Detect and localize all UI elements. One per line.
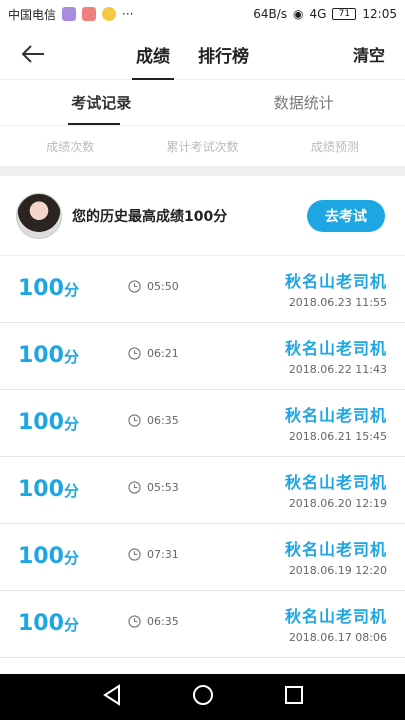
record-row[interactable]: 100分 07:31 秋名山老司机 2018.06.19 12:20 bbox=[0, 524, 405, 591]
record-score: 100分 bbox=[18, 477, 79, 502]
record-date: 2018.06.22 11:43 bbox=[288, 363, 387, 376]
record-score: 100分 bbox=[18, 611, 79, 636]
record-date: 2018.06.23 11:55 bbox=[288, 296, 387, 309]
home-nav-icon[interactable] bbox=[192, 684, 214, 710]
stat-total-exams: 累计考试次数 bbox=[166, 139, 239, 154]
sub-tabs: 考试记录 数据统计 bbox=[0, 80, 405, 126]
carrier-label: 中国电信 bbox=[8, 7, 57, 22]
app-notification-icon bbox=[62, 7, 77, 21]
record-row[interactable]: 100分 06:21 秋名山老司机 2018.06.22 11:43 bbox=[0, 323, 405, 390]
network-type: 4G bbox=[309, 7, 327, 21]
eye-icon: ◉ bbox=[292, 7, 304, 21]
recents-nav-icon[interactable] bbox=[284, 685, 304, 709]
start-exam-button[interactable]: 去考试 bbox=[307, 200, 385, 232]
record-score: 100分 bbox=[18, 343, 79, 368]
record-row[interactable]: 100分 05:53 秋名山老司机 2018.06.20 12:19 bbox=[0, 457, 405, 524]
app-notification-icon bbox=[102, 7, 117, 21]
record-row[interactable]: 100分 06:35 秋名山老司机 2018.06.17 08:06 bbox=[0, 591, 405, 658]
tab-data-stats[interactable]: 数据统计 bbox=[203, 80, 405, 125]
record-username: 秋名山老司机 bbox=[284, 473, 387, 492]
clock-icon bbox=[128, 481, 141, 494]
stat-score-count: 成绩次数 bbox=[46, 139, 95, 154]
record-row[interactable]: 100分 05:50 秋名山老司机 2018.06.23 11:55 bbox=[0, 256, 405, 323]
record-score: 100分 bbox=[18, 410, 79, 435]
record-duration: 05:53 bbox=[128, 481, 179, 494]
clock-icon bbox=[128, 414, 141, 427]
record-date: 2018.06.19 12:20 bbox=[288, 564, 387, 577]
battery-icon: 71 bbox=[332, 8, 357, 20]
record-username: 秋名山老司机 bbox=[284, 339, 387, 358]
record-score: 100分 bbox=[18, 544, 79, 569]
more-notifications-icon: ··· bbox=[122, 7, 134, 21]
app-notification-icon bbox=[82, 7, 97, 21]
back-arrow-icon[interactable] bbox=[18, 40, 48, 68]
record-username: 秋名山老司机 bbox=[284, 406, 387, 425]
clock-icon bbox=[128, 347, 141, 360]
clock-icon bbox=[128, 615, 141, 628]
back-nav-icon[interactable] bbox=[102, 684, 122, 710]
record-username: 秋名山老司机 bbox=[284, 272, 387, 291]
records-list: 100分 05:50 秋名山老司机 2018.06.23 11:55 100分 06:21… bbox=[0, 256, 405, 658]
clock-icon bbox=[128, 548, 141, 561]
stat-prediction: 成绩预测 bbox=[310, 139, 359, 154]
clear-button[interactable]: 清空 bbox=[353, 42, 385, 66]
header: 成绩 排行榜 清空 bbox=[0, 28, 405, 80]
best-score-text: 您的历史最高成绩100分 bbox=[72, 208, 228, 225]
record-date: 2018.06.17 08:06 bbox=[288, 631, 387, 644]
record-duration: 06:21 bbox=[128, 347, 179, 360]
record-date: 2018.06.20 12:19 bbox=[288, 497, 387, 510]
clock: 12:05 bbox=[362, 7, 397, 21]
status-bar: 中国电信 ··· 64B/s ◉ 4G 71 12:05 bbox=[0, 0, 405, 28]
tab-leaderboard[interactable]: 排行榜 bbox=[196, 28, 251, 80]
stats-bar: 成绩次数 累计考试次数 成绩预测 bbox=[0, 126, 405, 166]
record-duration: 05:50 bbox=[128, 280, 179, 293]
clock-icon bbox=[128, 280, 141, 293]
record-username: 秋名山老司机 bbox=[284, 540, 387, 559]
tab-scores[interactable]: 成绩 bbox=[132, 28, 174, 80]
record-row[interactable]: 100分 06:35 秋名山老司机 2018.06.21 15:45 bbox=[0, 390, 405, 457]
record-duration: 06:35 bbox=[128, 414, 179, 427]
network-speed: 64B/s bbox=[253, 7, 287, 21]
best-score-banner: 您的历史最高成绩100分 去考试 bbox=[0, 176, 405, 256]
record-date: 2018.06.21 15:45 bbox=[288, 430, 387, 443]
record-duration: 07:31 bbox=[128, 548, 179, 561]
record-score: 100分 bbox=[18, 276, 79, 301]
android-nav-bar bbox=[0, 674, 405, 720]
section-divider bbox=[0, 166, 405, 176]
record-username: 秋名山老司机 bbox=[284, 607, 387, 626]
record-duration: 06:35 bbox=[128, 615, 179, 628]
avatar bbox=[16, 192, 62, 239]
tab-exam-records[interactable]: 考试记录 bbox=[0, 80, 203, 125]
